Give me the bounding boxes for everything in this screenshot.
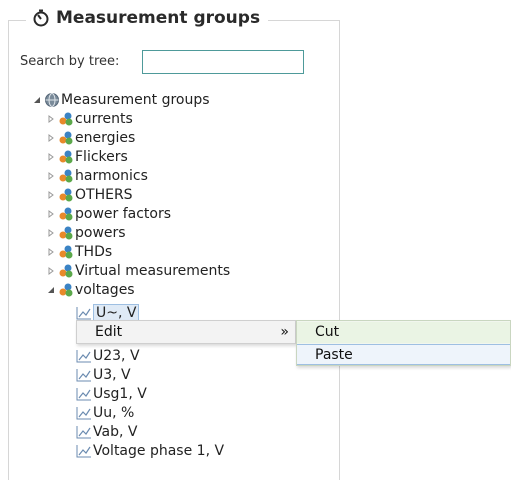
tree-group[interactable]: Flickers	[44, 147, 128, 166]
timer-icon	[32, 9, 50, 27]
measurement-item[interactable]: U23, V	[76, 346, 140, 365]
tree-group[interactable]: currents	[44, 109, 133, 128]
group-icon	[58, 111, 74, 127]
tree-root[interactable]: Measurement groups	[30, 90, 210, 109]
panel-legend: Measurement groups	[26, 8, 269, 28]
group-icon	[58, 263, 74, 279]
measurement-item-label: U~, V	[93, 303, 140, 322]
tree-group[interactable]: THDs	[44, 242, 112, 261]
tree-group-label: currents	[75, 110, 133, 127]
expand-triangle-icon[interactable]	[44, 114, 58, 123]
measurement-item-label: U3, V	[93, 366, 131, 383]
edit-submenu: Cut Paste	[296, 320, 511, 366]
tree-group-label: harmonics	[75, 167, 148, 184]
tree-group-label: voltages	[75, 281, 135, 298]
tree-group[interactable]: voltages	[44, 280, 135, 299]
measurement-item-label: Usg1, V	[93, 385, 147, 402]
measurement-item[interactable]: U3, V	[76, 365, 131, 384]
edit-label: Edit	[95, 324, 123, 340]
measurement-item-label: Uu, %	[93, 404, 135, 421]
chart-line-icon	[76, 368, 92, 382]
group-icon	[58, 244, 74, 260]
measurement-item-label: Vab, V	[93, 423, 138, 440]
measurement-item-label: Voltage phase 1, V	[93, 442, 225, 459]
collapse-triangle-icon[interactable]	[44, 286, 58, 294]
chart-line-icon	[76, 425, 92, 439]
tree-group-label: Virtual measurements	[75, 262, 231, 279]
expand-triangle-icon[interactable]	[44, 228, 58, 237]
chart-line-icon	[76, 349, 92, 363]
tree-group-label: OTHERS	[75, 186, 133, 203]
expand-triangle-icon[interactable]	[44, 152, 58, 161]
group-icon	[58, 282, 74, 298]
tree-group[interactable]: powers	[44, 223, 126, 242]
chart-line-icon	[76, 387, 92, 401]
collapse-triangle-icon[interactable]	[30, 96, 44, 104]
tree-group[interactable]: energies	[44, 128, 135, 147]
group-icon	[58, 225, 74, 241]
measurement-item[interactable]: Voltage phase 1, V	[76, 441, 224, 460]
tree-group-label: Flickers	[75, 148, 128, 165]
tree-group-label: energies	[75, 129, 136, 146]
group-icon	[58, 168, 74, 184]
submenu-cut[interactable]: Cut	[297, 322, 510, 343]
group-icon	[58, 130, 74, 146]
chart-line-icon	[76, 406, 92, 420]
measurement-item[interactable]: Usg1, V	[76, 384, 147, 403]
group-icon	[58, 206, 74, 222]
search-label: Search by tree:	[20, 54, 120, 69]
expand-triangle-icon[interactable]	[44, 171, 58, 180]
measurement-item-label: U23, V	[93, 347, 140, 364]
submenu-paste[interactable]: Paste	[297, 344, 510, 365]
expand-triangle-icon[interactable]	[44, 209, 58, 218]
context-menu-edit[interactable]: Edit »	[77, 321, 295, 343]
expand-triangle-icon[interactable]	[44, 133, 58, 142]
tree-group-label: powers	[75, 224, 126, 241]
globe-icon	[44, 92, 60, 108]
group-icon	[58, 149, 74, 165]
tree-group[interactable]: Virtual measurements	[44, 261, 230, 280]
measurement-item[interactable]: Vab, V	[76, 422, 137, 441]
submenu-arrow-icon: »	[280, 324, 289, 340]
tree-group-label: THDs	[75, 243, 113, 260]
tree-group[interactable]: harmonics	[44, 166, 148, 185]
expand-triangle-icon[interactable]	[44, 190, 58, 199]
measurement-item[interactable]: Uu, %	[76, 403, 134, 422]
tree-group[interactable]: OTHERS	[44, 185, 133, 204]
tree-root-label: Measurement groups	[61, 91, 210, 108]
expand-triangle-icon[interactable]	[44, 266, 58, 275]
search-input[interactable]	[142, 50, 304, 74]
tree-group[interactable]: power factors	[44, 204, 171, 223]
panel-title: Measurement groups	[56, 8, 261, 28]
tree-group-label: power factors	[75, 205, 172, 222]
group-icon	[58, 187, 74, 203]
chart-line-icon	[76, 306, 92, 320]
chart-line-icon	[76, 444, 92, 458]
context-menu: Edit »	[76, 320, 296, 344]
expand-triangle-icon[interactable]	[44, 247, 58, 256]
